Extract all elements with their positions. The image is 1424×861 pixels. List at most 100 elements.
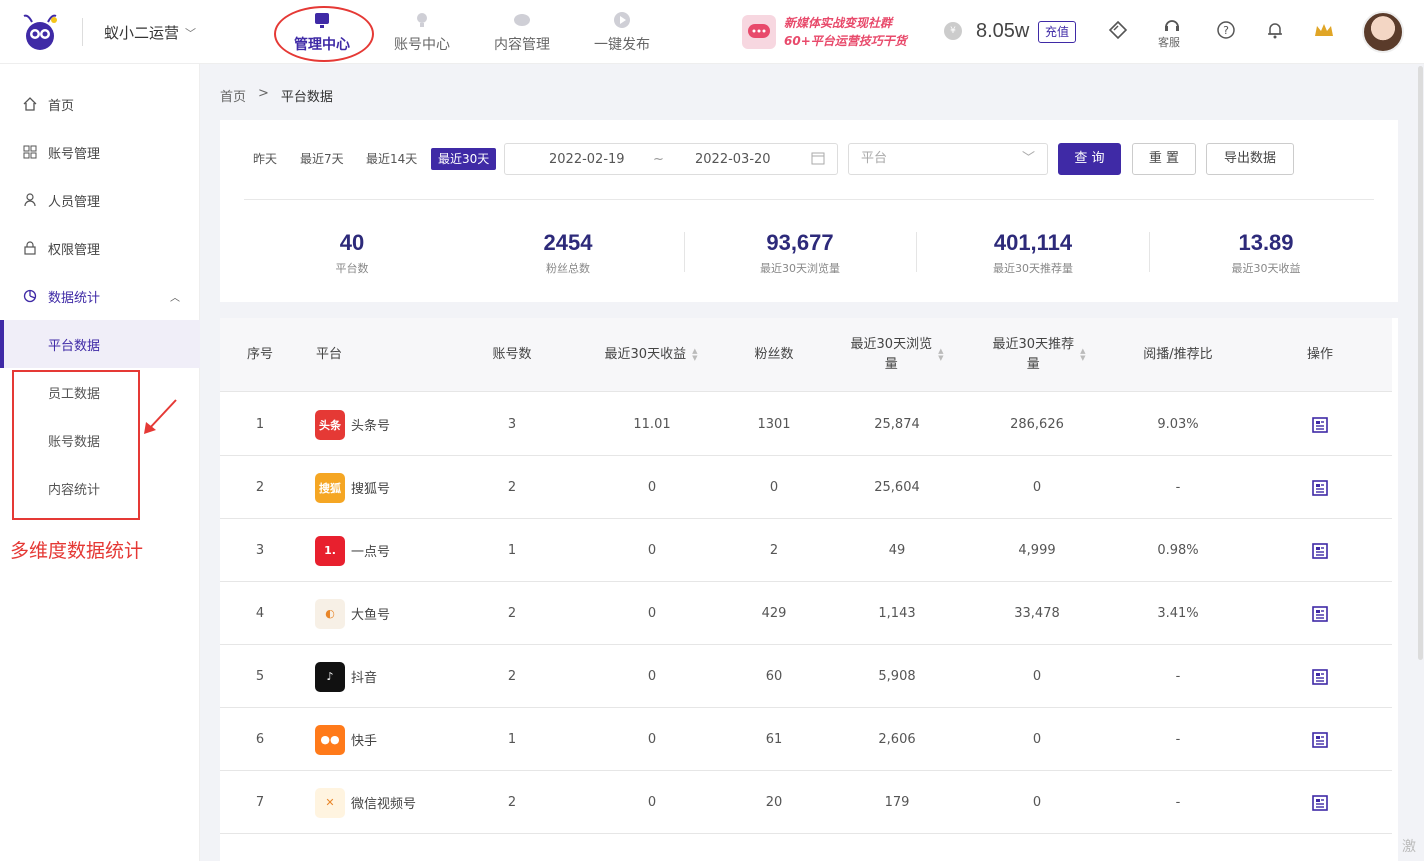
ant-logo-icon[interactable] [18,10,62,54]
stat-label: 最近30天收益 [1231,262,1301,275]
user-icon [22,192,38,208]
detail-button[interactable] [1280,708,1360,771]
col-income[interactable]: 最近30天收益 ▲ ▼ [586,318,716,392]
bell-icon[interactable] [1263,18,1287,42]
col-views[interactable]: 最近30天浏览量 ▲ ▼ [832,318,962,392]
cell-platform[interactable]: 搜狐 搜狐号 [315,456,475,519]
sidebar-item-label: 账号管理 [48,146,101,162]
sort-icon[interactable]: ▲ ▼ [1080,348,1085,362]
stat-label: 最近30天推荐量 [993,262,1073,275]
cell-platform[interactable]: ●● 快手 [315,708,475,771]
cell-recs: 0 [1032,480,1042,495]
sidebar-item-staff[interactable]: 人员管理 [0,176,200,224]
cell-views: 25,874 [874,417,920,432]
nav-label: 管理中心 [294,37,350,53]
cell-income: 11.01 [633,417,671,432]
cell-platform[interactable]: 1. 一点号 [315,519,475,582]
promo-line-2: 60+平台运营技巧干货 [784,34,907,48]
cell-views: 179 [884,795,910,810]
query-button[interactable]: 查 询 [1058,143,1121,175]
balance-amount: 8.05w [976,20,1030,42]
cell-recs: 33,478 [1014,606,1060,621]
date-end[interactable]: 2022-03-20 [695,152,771,167]
scrollbar-thumb[interactable] [1418,66,1423,660]
cell-platform[interactable]: ◐ 大鱼号 [315,582,475,645]
monitor-icon [315,13,329,28]
detail-button[interactable] [1280,645,1360,708]
customer-service-label[interactable]: 客服 [1158,34,1180,50]
cell-ratio: 9.03% [1157,417,1199,432]
nav-content-management[interactable]: 内容管理 [472,0,572,64]
platform-name: 微信视频号 [351,797,417,812]
cell-views: 1,143 [878,606,916,621]
cell-platform[interactable]: 头条 头条号 [315,393,475,456]
promo-text: 新媒体实战变现社群 60+平台运营技巧干货 [784,14,907,50]
cell-recs: 286,626 [1010,417,1064,432]
crown-icon[interactable] [1312,18,1336,42]
annotation-box [12,370,140,520]
detail-button[interactable] [1280,393,1360,456]
org-switcher[interactable]: 蚁小二运营 ﹀ [104,22,196,43]
lightbulb-icon [417,13,427,27]
stat-recs-30d: 401,114 最近30天推荐量 [918,230,1148,276]
sort-icon[interactable]: ▲ ▼ [938,348,943,362]
nav-one-click-publish[interactable]: 一键发布 [572,0,672,64]
date-range-picker[interactable]: 2022-02-19 ~ 2022-03-20 [504,143,838,175]
cell-platform[interactable]: ✕ 微信视频号 [315,771,475,834]
range-tab-14d[interactable]: 最近14天 [359,148,424,170]
table-row: 4 2 0 429 1,143 33,478 3.41% ◐ 大鱼号 [220,582,1392,645]
col-recs-label-1: 最近30天推荐 [992,337,1075,352]
col-index: 序号 [246,347,273,362]
recharge-button[interactable]: 充值 [1038,21,1077,43]
breadcrumb-home[interactable]: 首页 [220,86,246,105]
sidebar-item-home[interactable]: 首页 [0,80,200,128]
stat-income-30d: 13.89 最近30天收益 [1151,230,1381,276]
stat-label: 最近30天浏览量 [760,262,840,275]
grid-icon [22,144,38,160]
stat-label: 平台数 [335,262,369,275]
cell-income: 0 [647,606,657,621]
platform-logo-icon: 搜狐 [315,472,345,503]
nav-management-center[interactable]: 管理中心 [272,0,374,64]
detail-button[interactable] [1280,582,1360,645]
cell-accounts: 2 [507,669,517,684]
nav-account-center[interactable]: 账号中心 [372,0,472,64]
range-tab-30d[interactable]: 最近30天 [431,148,497,170]
platform-logo-icon: ♪ [315,661,345,692]
document-icon [1312,479,1328,496]
divider [244,199,1374,200]
date-start[interactable]: 2022-02-19 [549,152,625,167]
cell-ratio: 3.41% [1157,606,1199,621]
diamond-icon[interactable] [1106,18,1130,42]
detail-button[interactable] [1280,771,1360,834]
detail-button[interactable] [1280,519,1360,582]
platform-select[interactable]: 平台 ﹀ [848,143,1048,175]
col-recs[interactable]: 最近30天推荐量 ▲ ▼ [974,318,1104,392]
cell-index: 5 [255,669,265,684]
stat-value: 401,114 [993,230,1073,255]
sidebar-item-permissions[interactable]: 权限管理 [0,224,200,272]
platform-name: 头条号 [351,419,391,434]
sidebar-item-statistics[interactable]: 数据统计 ︿ [0,272,200,320]
promo-banner[interactable]: 新媒体实战变现社群 60+平台运营技巧干货 [742,14,907,50]
range-tab-7d[interactable]: 最近7天 [293,148,351,170]
cell-views: 2,606 [878,732,916,747]
export-button[interactable]: 导出数据 [1206,143,1294,175]
nav-label: 内容管理 [494,37,550,53]
sidebar-item-accounts[interactable]: 账号管理 [0,128,200,176]
cell-index: 4 [255,606,265,621]
range-tab-yesterday[interactable]: 昨天 [246,148,284,170]
cell-recs: 0 [1032,795,1042,810]
cell-platform[interactable]: ♪ 抖音 [315,645,475,708]
detail-button[interactable] [1280,456,1360,519]
cell-accounts: 3 [507,417,517,432]
stat-views-30d: 93,677 最近30天浏览量 [685,230,915,276]
reset-button[interactable]: 重 置 [1132,143,1196,175]
annotation-arrow-icon [144,399,177,434]
help-icon[interactable]: ? [1214,18,1238,42]
avatar[interactable] [1362,11,1404,53]
sidebar-subitem-platform-data[interactable]: 平台数据 [0,320,200,368]
table-row: 2 2 0 0 25,604 0 - 搜狐 搜狐号 [220,456,1392,519]
cell-accounts: 2 [507,795,517,810]
sort-icon[interactable]: ▲ ▼ [692,348,697,362]
